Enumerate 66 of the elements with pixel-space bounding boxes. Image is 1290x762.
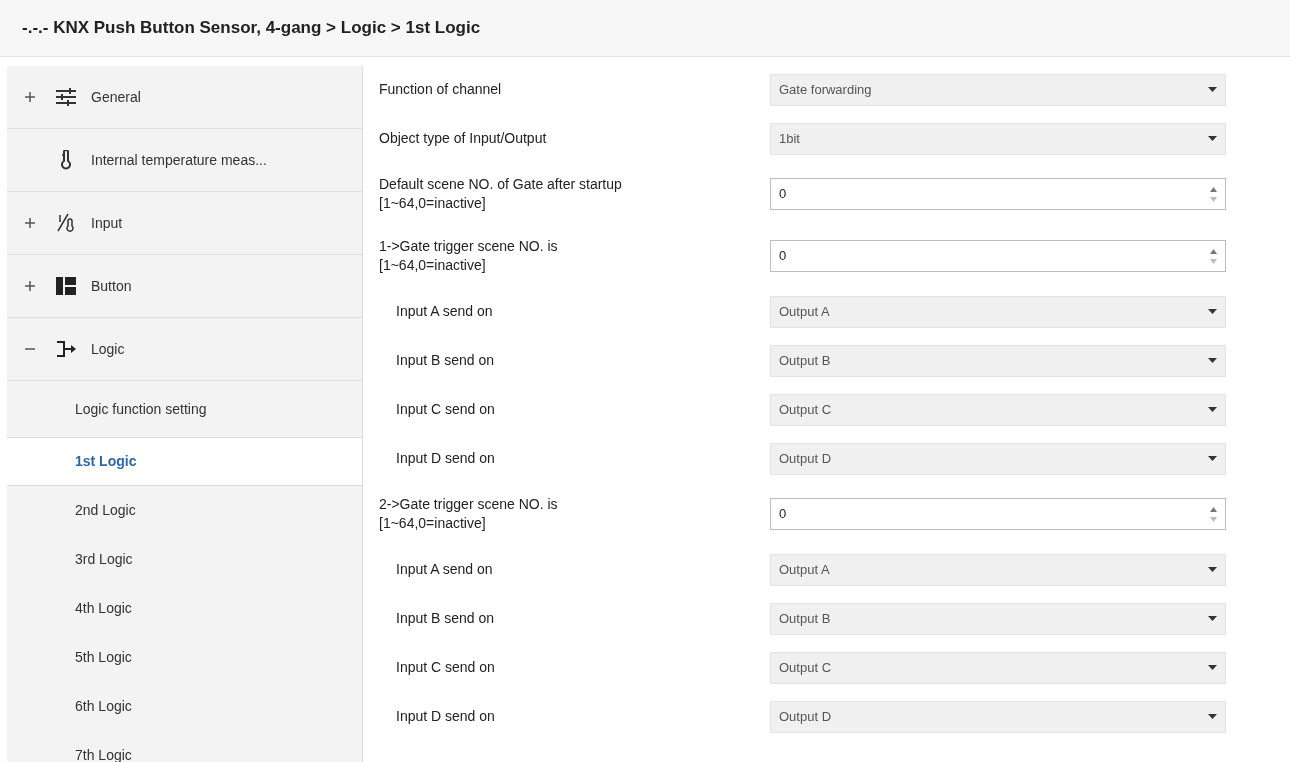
parameter-label: Input D send on	[395, 707, 496, 726]
parameter-label: 1->Gate trigger scene NO. is [1~64,0=inactive]	[379, 237, 559, 275]
thermometer-icon	[60, 150, 72, 170]
caret-icon	[1208, 309, 1217, 314]
parameter-label: Default scene NO. of Gate after startup [1~64,0=inactive]	[379, 175, 623, 213]
spinner-icon	[1210, 186, 1217, 202]
parameter-label: Input A send on	[395, 560, 494, 579]
expand-icon[interactable]	[25, 218, 35, 228]
button-icon	[56, 277, 76, 295]
tree-subitem[interactable]: 1st Logic	[7, 437, 362, 486]
dropdown[interactable]: Output C	[770, 393, 1226, 426]
tree-subitem[interactable]: 4th Logic	[7, 584, 362, 633]
tree-item-label: Input	[91, 213, 123, 233]
logic-icon	[56, 339, 76, 359]
tree-item[interactable]: Logic	[7, 318, 362, 381]
parameter-label: 2->Gate trigger scene NO. is [1~64,0=inactive]	[379, 495, 559, 533]
tree-subitem[interactable]: 3rd Logic	[7, 535, 362, 584]
expand-icon[interactable]	[25, 281, 35, 291]
number-field[interactable]: 0	[770, 498, 1226, 530]
tree-item[interactable]: General	[7, 66, 362, 129]
tree-item[interactable]: Input	[7, 192, 362, 255]
tree-item-label: Internal temperature meas...	[91, 150, 267, 170]
parameter-label: Input A send on	[395, 302, 494, 321]
tree-item[interactable]: Button	[7, 255, 362, 318]
sliders-icon	[56, 88, 76, 106]
dropdown[interactable]: 1bit	[770, 122, 1226, 155]
parameter-label: Input B send on	[395, 609, 496, 628]
parameter-label: Input D send on	[395, 449, 496, 468]
parameter-label: Function of channel	[379, 80, 503, 99]
number-field[interactable]: 0	[770, 178, 1226, 210]
tree-item-label: General	[91, 87, 141, 107]
dropdown[interactable]: Output A	[770, 553, 1226, 586]
parameter-label: Input B send on	[395, 351, 496, 370]
dropdown[interactable]: Output A	[770, 295, 1226, 328]
parameter-label: Object type of Input/Output	[379, 129, 548, 148]
spinner-icon	[1210, 506, 1217, 522]
caret-icon	[1208, 358, 1217, 363]
dropdown[interactable]: Output C	[770, 651, 1226, 684]
caret-icon	[1208, 567, 1217, 572]
dropdown[interactable]: Gate forwarding	[770, 73, 1226, 106]
tree-subitem[interactable]: 2nd Logic	[7, 486, 362, 535]
caret-icon	[1208, 665, 1217, 670]
tree-subitem[interactable]: Logic function setting	[7, 381, 362, 437]
caret-icon	[1208, 87, 1217, 92]
caret-icon	[1208, 456, 1217, 461]
dropdown[interactable]: Output D	[770, 442, 1226, 475]
tree-subitem[interactable]: 7th Logic	[7, 731, 362, 762]
dropdown[interactable]: Output B	[770, 602, 1226, 635]
tree-subitem[interactable]: 6th Logic	[7, 682, 362, 731]
tree-item[interactable]: Internal temperature meas...	[7, 129, 362, 192]
tree-subitem[interactable]: 5th Logic	[7, 633, 362, 682]
caret-icon	[1208, 616, 1217, 621]
number-field[interactable]: 0	[770, 240, 1226, 272]
window-title: -.-.- KNX Push Button Sensor, 4-gang > Logic > 1st Logic	[22, 17, 481, 40]
input-icon	[56, 213, 76, 233]
parameter-label: Input C send on	[395, 658, 496, 677]
caret-icon	[1208, 714, 1217, 719]
dropdown[interactable]: Output D	[770, 700, 1226, 733]
caret-icon	[1208, 407, 1217, 412]
spinner-icon	[1210, 248, 1217, 264]
tree-item-label: Logic	[91, 339, 125, 359]
tree-item-label: Button	[91, 276, 132, 296]
dropdown[interactable]: Output B	[770, 344, 1226, 377]
caret-icon	[1208, 136, 1217, 141]
parameter-label: Input C send on	[395, 400, 496, 419]
expand-icon[interactable]	[25, 92, 35, 102]
